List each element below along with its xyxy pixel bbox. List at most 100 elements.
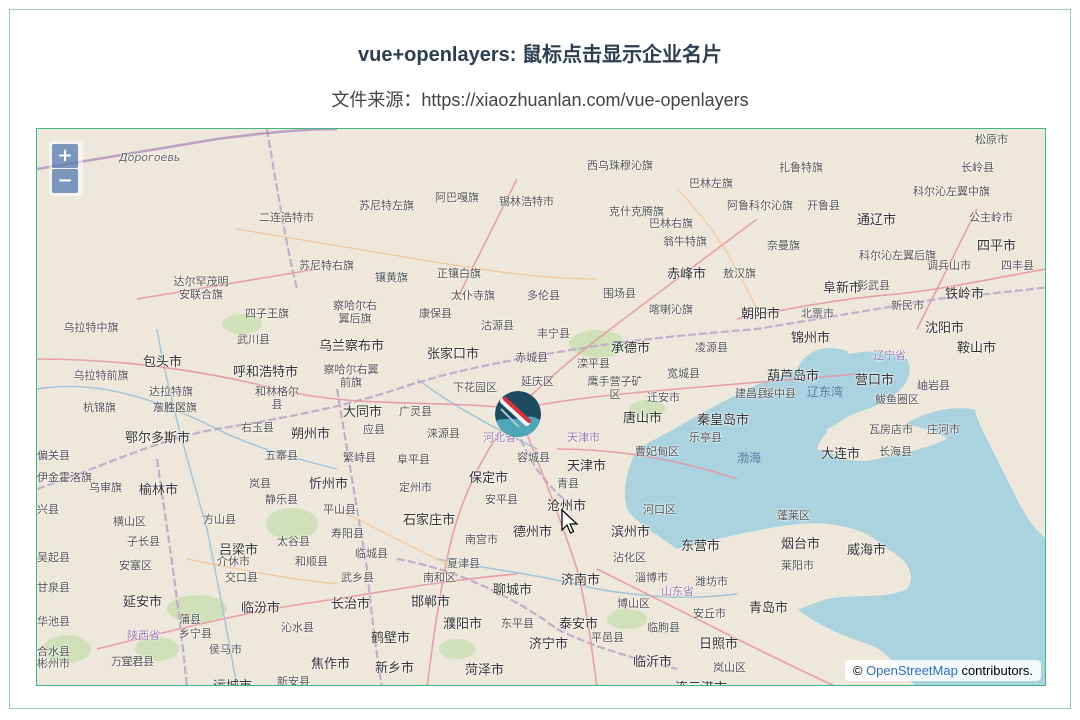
map-label: 安平县 bbox=[485, 493, 518, 506]
map-label: 乌拉特中旗 bbox=[63, 321, 119, 334]
map-label: 乌兰察布市 bbox=[319, 339, 385, 354]
map-label: 榆林市 bbox=[139, 483, 179, 498]
map-label: 潍坊市 bbox=[695, 575, 728, 588]
map-label: 阿鲁科尔沁旗 bbox=[727, 199, 793, 212]
map-label: 开鲁县 bbox=[807, 199, 840, 212]
map-label: 四子王旗 bbox=[245, 307, 289, 320]
map-label: 凌源县 bbox=[695, 341, 728, 354]
map-label: 濮阳市 bbox=[443, 617, 483, 632]
map-label: 子长县 bbox=[127, 535, 160, 548]
page-title: vue+openlayers: 鼠标点击显示企业名片 bbox=[358, 44, 722, 66]
map-label: 伊金霍洛旗 bbox=[37, 471, 92, 484]
map-label: 涞源县 bbox=[427, 427, 460, 440]
map-label: 渤海 bbox=[737, 451, 762, 465]
map-label: 繁峙县 bbox=[343, 451, 376, 464]
map-label: 调兵山市 bbox=[927, 259, 971, 272]
map-label: 扎鲁特旗 bbox=[779, 161, 823, 174]
map-label: 松原市 bbox=[975, 133, 1008, 146]
map-label: 日照市 bbox=[699, 637, 739, 652]
map-viewport[interactable]: Дорогоевь 西乌珠穆沁旗 巴林左旗 扎鲁特旗 长岭县 松原市 苏尼特左旗… bbox=[36, 128, 1046, 686]
map-label: 天津市 bbox=[567, 459, 607, 474]
map-label: 山东省 bbox=[661, 585, 694, 598]
map-label: 巴林右旗 bbox=[649, 217, 693, 230]
map-label: 平山县 bbox=[323, 503, 356, 516]
map-label: 科尔沁左翼后旗 bbox=[859, 249, 936, 262]
map-label: 察哈尔右翼前旗 bbox=[323, 363, 379, 389]
map-label: 彰武县 bbox=[857, 279, 890, 292]
map-label: 忻州市 bbox=[309, 477, 349, 492]
map-label: 彬州市 bbox=[37, 657, 70, 670]
map-label: 寿阳县 bbox=[331, 527, 364, 540]
zoom-out-button[interactable]: − bbox=[52, 169, 78, 193]
map-label: 西乌珠穆沁旗 bbox=[587, 159, 653, 172]
map-label: 二连浩特市 bbox=[259, 211, 314, 224]
map-label: 临朐县 bbox=[647, 621, 680, 634]
openstreetmap-link[interactable]: OpenStreetMap bbox=[866, 663, 958, 678]
map-label: 鲅鱼圈区 bbox=[875, 393, 919, 406]
map-label: 平邑县 bbox=[591, 631, 624, 644]
map-label: 巴林左旗 bbox=[689, 177, 733, 190]
map-label: 烟台市 bbox=[781, 537, 821, 552]
company-marker-icon[interactable] bbox=[495, 391, 541, 437]
map-label: 连云港市 bbox=[675, 677, 727, 685]
map-label: 济南市 bbox=[561, 573, 601, 588]
map-label: 青县 bbox=[557, 477, 579, 490]
map-label: 武乡县 bbox=[341, 571, 374, 584]
map-label: 保定市 bbox=[469, 471, 509, 486]
map-label: 威海市 bbox=[847, 543, 887, 558]
map-label: 南宫市 bbox=[465, 533, 498, 546]
map-label: 乡宁县 bbox=[179, 627, 212, 640]
map-label: 苏尼特右旗 bbox=[299, 259, 354, 272]
map-label: 大连市 bbox=[821, 447, 861, 462]
map-label: 甘泉县 bbox=[37, 581, 70, 594]
map-label: 华池县 bbox=[37, 615, 70, 628]
map-label: 四平市 bbox=[977, 239, 1017, 254]
map-label: 奈曼旗 bbox=[767, 239, 800, 252]
map-label: 丰宁县 bbox=[537, 327, 570, 340]
map-label: 新安县 bbox=[277, 675, 310, 686]
map-label: 延安市 bbox=[123, 595, 163, 610]
map-label: 沈阳市 bbox=[925, 321, 965, 336]
map-label: 乌拉特前旗 bbox=[73, 369, 129, 382]
map-attribution: © OpenStreetMap contributors. bbox=[844, 660, 1041, 681]
map-label: 菏泽市 bbox=[465, 663, 505, 678]
zoom-in-button[interactable]: + bbox=[52, 144, 78, 168]
map-label: 包头市 bbox=[143, 355, 183, 370]
map-label: 滨州市 bbox=[611, 525, 651, 540]
map-label: 石家庄市 bbox=[403, 513, 456, 528]
map-label: 容城县 bbox=[517, 451, 550, 464]
map-label: 葫芦岛市 bbox=[767, 369, 820, 384]
source-line: 文件来源：https://xiaozhuanlan.com/vue-openla… bbox=[0, 86, 1080, 112]
map-label: 庄河市 bbox=[927, 423, 960, 436]
map-label: 广灵县 bbox=[399, 405, 432, 418]
map-label: 安丘市 bbox=[693, 607, 726, 620]
map-label: 侯马市 bbox=[209, 643, 242, 656]
map-label: 邯郸市 bbox=[411, 595, 451, 610]
map-label: 兴县 bbox=[37, 503, 59, 516]
map-label: 定州市 bbox=[399, 481, 432, 494]
map-label: 应县 bbox=[363, 423, 385, 436]
map-label: 康保县 bbox=[419, 307, 452, 320]
map-label: 秦皇岛市 bbox=[697, 413, 750, 428]
map-label: 瓦房店市 bbox=[869, 423, 913, 436]
map-label: 青岛市 bbox=[749, 601, 789, 616]
map-label: 阜平县 bbox=[397, 453, 430, 466]
map-label: 沽源县 bbox=[481, 319, 514, 332]
mouse-pointer-icon bbox=[561, 509, 579, 534]
map-label: 乐亭县 bbox=[689, 431, 722, 444]
map-label: 东平县 bbox=[501, 617, 534, 630]
map-label: 鹰手营子矿区 bbox=[587, 375, 643, 401]
map-label: Дорогоевь bbox=[119, 151, 181, 164]
map-label: 赤峰市 bbox=[667, 267, 707, 282]
map-label: 莱阳市 bbox=[781, 559, 814, 572]
copyright-symbol: © bbox=[852, 663, 867, 678]
map-label: 岚山区 bbox=[713, 661, 746, 674]
map-label: 铁岭市 bbox=[945, 287, 985, 302]
map-label: 太谷县 bbox=[277, 535, 310, 548]
map-label: 新民市 bbox=[891, 299, 924, 312]
map-label: 岫岩县 bbox=[917, 379, 950, 392]
source-url: https://xiaozhuanlan.com/vue-openlayers bbox=[421, 90, 749, 110]
map-label: 朝阳市 bbox=[741, 307, 781, 322]
map-label: 杭锦旗 bbox=[83, 401, 116, 414]
map-label: 蓬莱区 bbox=[777, 509, 810, 522]
